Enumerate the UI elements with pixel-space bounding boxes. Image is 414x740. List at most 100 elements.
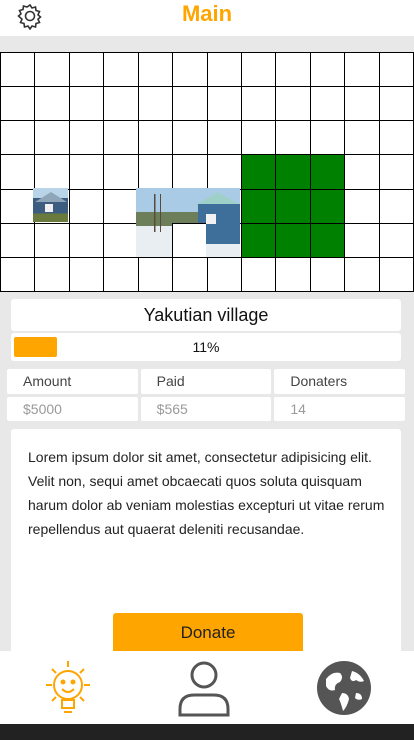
grid-cell[interactable] bbox=[345, 155, 380, 190]
grid-cell[interactable] bbox=[173, 257, 208, 292]
grid-cell[interactable] bbox=[173, 53, 208, 88]
grid-cell[interactable] bbox=[104, 189, 139, 224]
grid-cell[interactable] bbox=[379, 155, 414, 190]
grid-cell[interactable] bbox=[138, 53, 174, 88]
bottom-navigation bbox=[0, 651, 414, 724]
funded-grid-cell[interactable] bbox=[310, 223, 346, 258]
grid-cell[interactable] bbox=[104, 53, 139, 88]
grid-cell[interactable] bbox=[138, 121, 174, 156]
grid-cell[interactable] bbox=[138, 87, 174, 122]
funded-grid-cell[interactable] bbox=[310, 189, 346, 224]
grid-cell[interactable] bbox=[276, 121, 311, 156]
grid-cell[interactable] bbox=[207, 53, 242, 88]
grid-cell[interactable] bbox=[173, 121, 208, 156]
grid-cell[interactable] bbox=[276, 257, 311, 292]
grid-cell[interactable] bbox=[345, 121, 380, 156]
grid-cell[interactable] bbox=[310, 87, 346, 122]
house-photo-small[interactable] bbox=[33, 188, 68, 222]
grid-cell[interactable] bbox=[345, 87, 380, 122]
grid-cell[interactable] bbox=[104, 257, 139, 292]
map-top-spacer bbox=[0, 36, 414, 52]
funded-grid-cell[interactable] bbox=[276, 189, 311, 224]
grid-cell[interactable] bbox=[1, 53, 36, 88]
grid-cell[interactable] bbox=[69, 53, 105, 88]
grid-cell[interactable] bbox=[138, 155, 174, 190]
photo-window bbox=[45, 204, 53, 212]
grid-cell[interactable] bbox=[173, 87, 208, 122]
grid-cell[interactable] bbox=[104, 87, 139, 122]
funded-grid-cell[interactable] bbox=[276, 223, 311, 258]
system-bar bbox=[0, 724, 414, 740]
grid-cell[interactable] bbox=[138, 257, 174, 292]
grid-cell[interactable] bbox=[207, 257, 242, 292]
donaters-label: Donaters bbox=[274, 369, 405, 394]
grid-cell[interactable] bbox=[69, 87, 105, 122]
grid-cell[interactable] bbox=[35, 121, 70, 156]
grid-cell[interactable] bbox=[207, 87, 242, 122]
grid-cell[interactable] bbox=[345, 53, 380, 88]
grid-cell[interactable] bbox=[69, 121, 105, 156]
funded-grid-cell[interactable] bbox=[241, 223, 277, 258]
grid-cell[interactable] bbox=[207, 155, 242, 190]
user-icon[interactable] bbox=[172, 657, 236, 719]
funded-grid-cell[interactable] bbox=[310, 155, 346, 190]
paid-label: Paid bbox=[140, 369, 272, 394]
grid-cell[interactable] bbox=[207, 121, 242, 156]
empty-grid-cell[interactable] bbox=[172, 223, 206, 257]
grid-cell[interactable] bbox=[35, 53, 70, 88]
grid-cell[interactable] bbox=[310, 257, 346, 292]
progress-percent: 11% bbox=[192, 339, 220, 355]
grid-cell[interactable] bbox=[104, 223, 139, 258]
grid-cell[interactable] bbox=[1, 87, 36, 122]
grid-cell[interactable] bbox=[379, 87, 414, 122]
amount-label: Amount bbox=[7, 369, 138, 394]
donate-button[interactable]: Donate bbox=[113, 613, 303, 653]
village-photo-large[interactable] bbox=[136, 188, 240, 257]
grid-cell[interactable] bbox=[104, 155, 139, 190]
project-name: Yakutian village bbox=[11, 299, 401, 331]
funded-grid-cell[interactable] bbox=[276, 155, 311, 190]
funded-grid-cell[interactable] bbox=[241, 155, 277, 190]
grid-cell[interactable] bbox=[69, 155, 105, 190]
grid-cell[interactable] bbox=[345, 189, 380, 224]
grid-cell[interactable] bbox=[35, 223, 70, 258]
funded-grid-cell[interactable] bbox=[241, 189, 277, 224]
grid-cell[interactable] bbox=[241, 257, 277, 292]
grid-cell[interactable] bbox=[104, 121, 139, 156]
grid-cell[interactable] bbox=[69, 223, 105, 258]
grid-cell[interactable] bbox=[69, 189, 105, 224]
grid-cell[interactable] bbox=[379, 121, 414, 156]
grid-cell[interactable] bbox=[310, 121, 346, 156]
lightbulb-sun-icon[interactable] bbox=[36, 657, 100, 719]
grid-cell[interactable] bbox=[1, 223, 36, 258]
page-title: Main bbox=[181, 1, 233, 26]
grid-cell[interactable] bbox=[241, 53, 277, 88]
grid-cell[interactable] bbox=[35, 257, 70, 292]
grid-cell[interactable] bbox=[276, 87, 311, 122]
grid-cell[interactable] bbox=[241, 121, 277, 156]
grid-cell[interactable] bbox=[345, 257, 380, 292]
grid-cell[interactable] bbox=[1, 257, 36, 292]
grid-cell[interactable] bbox=[276, 53, 311, 88]
grid-cell[interactable] bbox=[379, 257, 414, 292]
grid-cell[interactable] bbox=[69, 257, 105, 292]
grid-cell[interactable] bbox=[173, 155, 208, 190]
grid-cell[interactable] bbox=[345, 223, 380, 258]
grid-cell[interactable] bbox=[379, 189, 414, 224]
grid-cell[interactable] bbox=[1, 189, 36, 224]
globe-icon[interactable] bbox=[312, 657, 376, 719]
photo-trees bbox=[142, 194, 172, 232]
grid-cell[interactable] bbox=[379, 53, 414, 88]
grid-cell[interactable] bbox=[310, 53, 346, 88]
donaters-value: 14 bbox=[274, 396, 405, 421]
grid-cell[interactable] bbox=[241, 87, 277, 122]
project-description: Lorem ipsum dolor sit amet, consectetur … bbox=[28, 449, 385, 537]
grid-cell[interactable] bbox=[1, 121, 36, 156]
app-header: Main bbox=[0, 0, 414, 36]
funding-stats: Amount Paid Donaters $5000 $565 14 bbox=[7, 369, 405, 421]
grid-cell[interactable] bbox=[35, 155, 70, 190]
grid-cell[interactable] bbox=[35, 87, 70, 122]
grid-cell[interactable] bbox=[1, 155, 36, 190]
grid-cell[interactable] bbox=[379, 223, 414, 258]
funding-progress: 11% bbox=[11, 333, 401, 361]
